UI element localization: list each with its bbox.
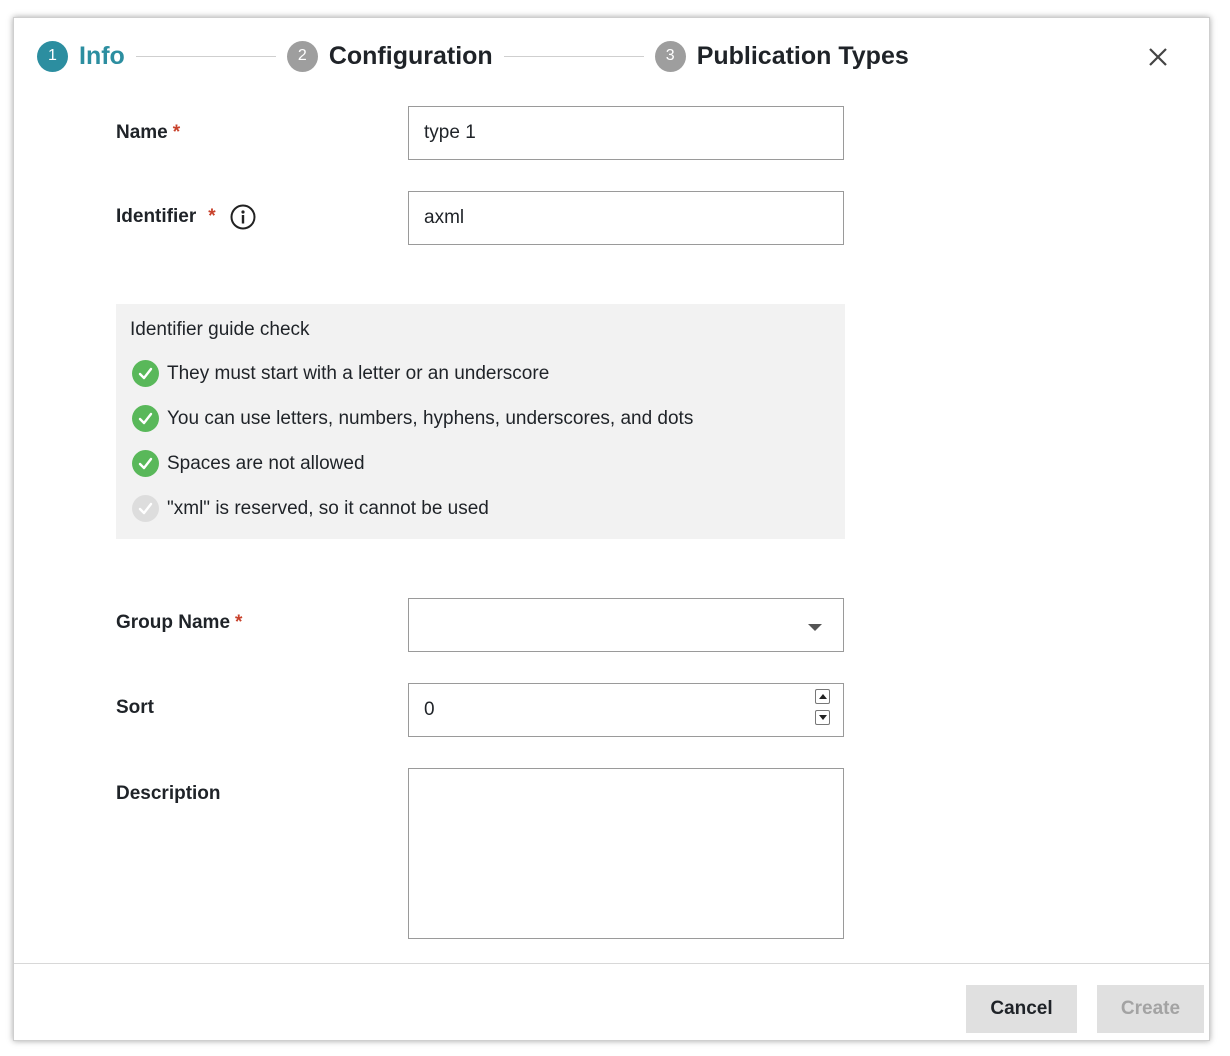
cancel-button[interactable]: Cancel [966,985,1077,1033]
wizard-stepper: 1 Info 2 Configuration 3 Publication Typ… [37,40,909,72]
step-connector [135,55,276,57]
step-number: 2 [286,40,318,72]
identifier-input-value: axml [424,207,465,228]
name-input[interactable]: type 1 [408,106,844,160]
create-publication-type-dialog: 1 Info 2 Configuration 3 Publication Typ… [13,17,1210,1041]
guide-rule-text: You can use letters, numbers, hyphens, u… [167,407,694,429]
step-label: Configuration [328,41,493,70]
identifier-guide-check: Identifier guide check They must start w… [116,304,845,539]
decrement-arrow-icon[interactable] [815,710,830,725]
group-name-label-text: Group Name [116,612,231,633]
name-input-value: type 1 [424,122,476,143]
guide-rule-text: They must start with a letter or an unde… [167,362,550,384]
check-circle-icon [132,450,159,477]
sort-label: Sort [116,697,154,719]
check-circle-icon [132,405,159,432]
description-label: Description [116,783,221,805]
guide-title: Identifier guide check [130,319,310,340]
sort-input-value: 0 [424,699,435,720]
guide-rule-text: "xml" is reserved, so it cannot be used [167,497,489,519]
sort-label-text: Sort [116,697,154,718]
guide-rule: You can use letters, numbers, hyphens, u… [132,405,693,432]
guide-rule: They must start with a letter or an unde… [132,360,549,387]
sort-stepper [815,689,832,731]
chevron-down-icon [808,624,822,631]
required-marker: * [172,122,181,143]
name-label: Name * [116,122,180,144]
step-label: Info [79,41,125,70]
create-button[interactable]: Create [1097,985,1204,1033]
sort-input[interactable]: 0 [408,683,844,737]
guide-rule: "xml" is reserved, so it cannot be used [132,495,489,522]
step-number: 3 [654,40,686,72]
required-marker: * [208,206,216,227]
description-textarea[interactable] [408,768,844,939]
step-number: 1 [37,40,68,72]
guide-rule: Spaces are not allowed [132,450,365,477]
check-circle-icon [132,495,159,522]
identifier-label: Identifier * [116,204,256,230]
step-publication-types[interactable]: 3 Publication Types [654,40,909,72]
footer-divider [14,963,1209,964]
step-configuration[interactable]: 2 Configuration [286,40,493,72]
close-icon[interactable] [1143,42,1173,72]
guide-rule-text: Spaces are not allowed [167,452,365,474]
info-icon[interactable] [230,204,256,230]
identifier-label-text: Identifier [116,206,197,227]
step-info[interactable]: 1 Info [37,40,125,72]
group-name-label: Group Name * [116,612,242,634]
step-label: Publication Types [696,41,909,70]
name-label-text: Name [116,122,168,143]
check-circle-icon [132,360,159,387]
increment-arrow-icon[interactable] [815,689,830,704]
required-marker: * [235,612,243,633]
identifier-input[interactable]: axml [408,191,844,245]
description-label-text: Description [116,783,221,804]
group-name-select[interactable] [408,598,844,652]
step-connector [503,55,644,57]
